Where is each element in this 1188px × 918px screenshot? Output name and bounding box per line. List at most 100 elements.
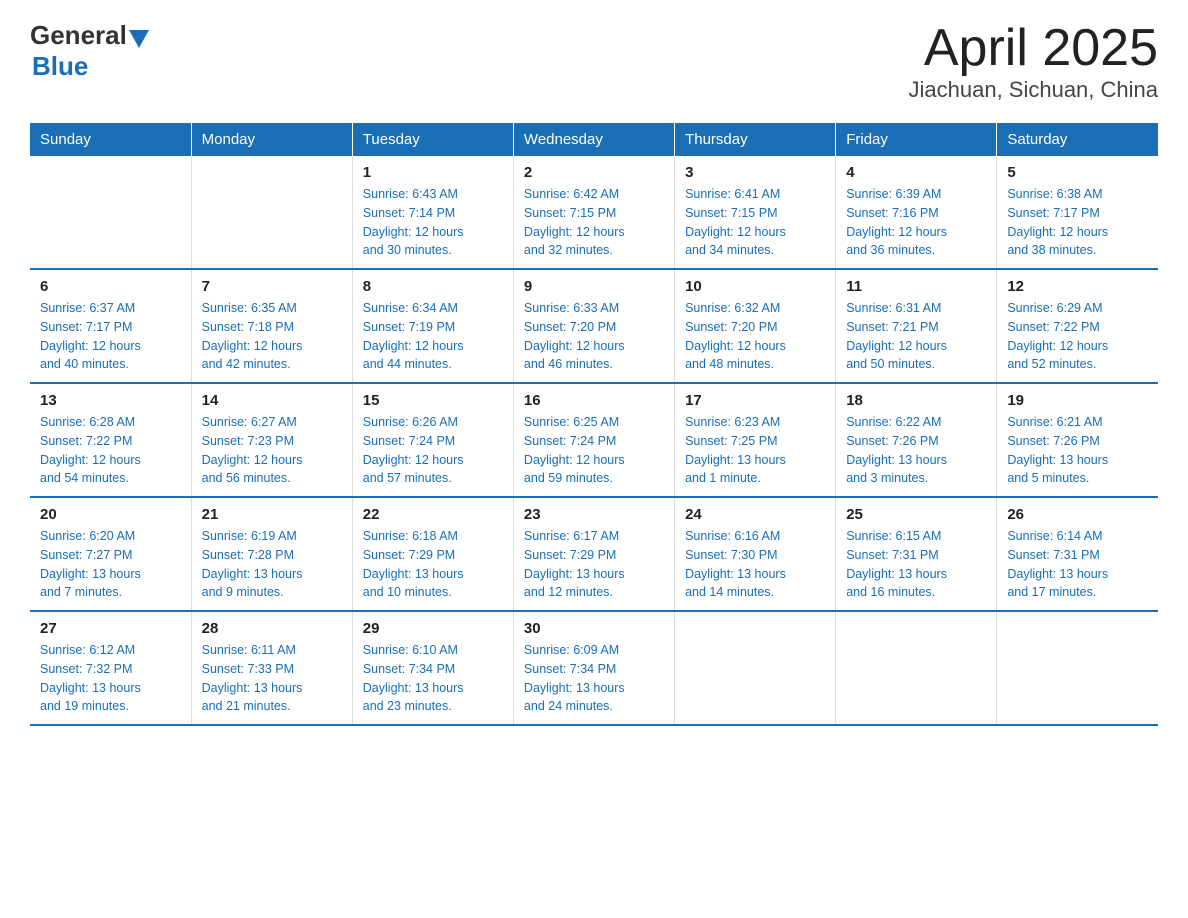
day-number: 30 xyxy=(524,620,664,637)
calendar-cell: 30 Sunrise: 6:09 AM Sunset: 7:34 PM Dayli… xyxy=(513,611,674,725)
day-number: 2 xyxy=(524,164,664,181)
header-row: Sunday Monday Tuesday Wednesday Thursday… xyxy=(30,123,1158,156)
day-info: Sunrise: 6:28 AM Sunset: 7:22 PM Dayligh… xyxy=(40,413,181,488)
calendar-cell xyxy=(997,611,1158,725)
page-header: General Blue April 2025 Jiachuan, Sichua… xyxy=(30,20,1158,103)
day-number: 27 xyxy=(40,620,181,637)
day-number: 8 xyxy=(363,278,503,295)
day-number: 9 xyxy=(524,278,664,295)
calendar-cell: 18 Sunrise: 6:22 AM Sunset: 7:26 PM Dayli… xyxy=(836,383,997,497)
day-info: Sunrise: 6:09 AM Sunset: 7:34 PM Dayligh… xyxy=(524,641,664,716)
calendar-cell: 26Sunrise: 6:14 AM Sunset: 7:31 PM Dayli… xyxy=(997,497,1158,611)
day-number: 10 xyxy=(685,278,825,295)
day-info: Sunrise: 6:43 AM Sunset: 7:14 PM Dayligh… xyxy=(363,185,503,260)
day-info: Sunrise: 6:23 AM Sunset: 7:25 PM Dayligh… xyxy=(685,413,825,488)
day-info: Sunrise: 6:42 AM Sunset: 7:15 PM Dayligh… xyxy=(524,185,664,260)
calendar-cell: 16Sunrise: 6:25 AM Sunset: 7:24 PM Dayli… xyxy=(513,383,674,497)
calendar-cell xyxy=(30,156,191,269)
calendar-cell: 10Sunrise: 6:32 AM Sunset: 7:20 PM Dayli… xyxy=(675,269,836,383)
calendar-cell: 29 Sunrise: 6:10 AM Sunset: 7:34 PM Dayli… xyxy=(352,611,513,725)
day-info: Sunrise: 6:17 AM Sunset: 7:29 PM Dayligh… xyxy=(524,527,664,602)
day-info: Sunrise: 6:20 AM Sunset: 7:27 PM Dayligh… xyxy=(40,527,181,602)
calendar-cell: 7Sunrise: 6:35 AM Sunset: 7:18 PM Daylig… xyxy=(191,269,352,383)
calendar-cell: 5Sunrise: 6:38 AM Sunset: 7:17 PM Daylig… xyxy=(997,156,1158,269)
calendar-header: Sunday Monday Tuesday Wednesday Thursday… xyxy=(30,123,1158,156)
day-info: Sunrise: 6:14 AM Sunset: 7:31 PM Dayligh… xyxy=(1007,527,1148,602)
day-number: 18 xyxy=(846,392,986,409)
day-number: 3 xyxy=(685,164,825,181)
calendar-cell: 6 Sunrise: 6:37 AM Sunset: 7:17 PM Daylig… xyxy=(30,269,191,383)
calendar-cell: 25 Sunrise: 6:15 AM Sunset: 7:31 PM Dayli… xyxy=(836,497,997,611)
logo-general-text: General xyxy=(30,20,127,51)
day-number: 25 xyxy=(846,506,986,523)
calendar-cell: 2 Sunrise: 6:42 AM Sunset: 7:15 PM Daylig… xyxy=(513,156,674,269)
day-info: Sunrise: 6:39 AM Sunset: 7:16 PM Dayligh… xyxy=(846,185,986,260)
calendar-week-row: 6 Sunrise: 6:37 AM Sunset: 7:17 PM Daylig… xyxy=(30,269,1158,383)
calendar-cell: 23 Sunrise: 6:17 AM Sunset: 7:29 PM Dayli… xyxy=(513,497,674,611)
day-number: 22 xyxy=(363,506,503,523)
calendar-cell: 12Sunrise: 6:29 AM Sunset: 7:22 PM Dayli… xyxy=(997,269,1158,383)
calendar-cell: 15Sunrise: 6:26 AM Sunset: 7:24 PM Dayli… xyxy=(352,383,513,497)
calendar-table: Sunday Monday Tuesday Wednesday Thursday… xyxy=(30,123,1158,726)
header-thursday: Thursday xyxy=(675,123,836,156)
day-number: 24 xyxy=(685,506,825,523)
header-saturday: Saturday xyxy=(997,123,1158,156)
day-info: Sunrise: 6:41 AM Sunset: 7:15 PM Dayligh… xyxy=(685,185,825,260)
calendar-cell: 22 Sunrise: 6:18 AM Sunset: 7:29 PM Dayli… xyxy=(352,497,513,611)
calendar-body: 1Sunrise: 6:43 AM Sunset: 7:14 PM Daylig… xyxy=(30,156,1158,725)
day-info: Sunrise: 6:26 AM Sunset: 7:24 PM Dayligh… xyxy=(363,413,503,488)
day-number: 16 xyxy=(524,392,664,409)
header-tuesday: Tuesday xyxy=(352,123,513,156)
day-number: 23 xyxy=(524,506,664,523)
day-info: Sunrise: 6:38 AM Sunset: 7:17 PM Dayligh… xyxy=(1007,185,1148,260)
calendar-cell: 4 Sunrise: 6:39 AM Sunset: 7:16 PM Daylig… xyxy=(836,156,997,269)
logo-blue-text: Blue xyxy=(32,51,88,81)
day-number: 20 xyxy=(40,506,181,523)
header-friday: Friday xyxy=(836,123,997,156)
calendar-cell: 3 Sunrise: 6:41 AM Sunset: 7:15 PM Daylig… xyxy=(675,156,836,269)
day-number: 17 xyxy=(685,392,825,409)
day-number: 4 xyxy=(846,164,986,181)
calendar-cell: 17 Sunrise: 6:23 AM Sunset: 7:25 PM Dayli… xyxy=(675,383,836,497)
day-info: Sunrise: 6:12 AM Sunset: 7:32 PM Dayligh… xyxy=(40,641,181,716)
calendar-cell: 8Sunrise: 6:34 AM Sunset: 7:19 PM Daylig… xyxy=(352,269,513,383)
day-info: Sunrise: 6:29 AM Sunset: 7:22 PM Dayligh… xyxy=(1007,299,1148,374)
header-monday: Monday xyxy=(191,123,352,156)
day-number: 19 xyxy=(1007,392,1148,409)
day-number: 11 xyxy=(846,278,986,295)
day-number: 29 xyxy=(363,620,503,637)
calendar-cell: 28Sunrise: 6:11 AM Sunset: 7:33 PM Dayli… xyxy=(191,611,352,725)
calendar-cell: 9Sunrise: 6:33 AM Sunset: 7:20 PM Daylig… xyxy=(513,269,674,383)
day-number: 6 xyxy=(40,278,181,295)
calendar-subtitle: Jiachuan, Sichuan, China xyxy=(909,77,1159,103)
calendar-week-row: 13 Sunrise: 6:28 AM Sunset: 7:22 PM Dayli… xyxy=(30,383,1158,497)
calendar-cell: 1Sunrise: 6:43 AM Sunset: 7:14 PM Daylig… xyxy=(352,156,513,269)
day-info: Sunrise: 6:22 AM Sunset: 7:26 PM Dayligh… xyxy=(846,413,986,488)
calendar-title: April 2025 xyxy=(909,20,1159,77)
calendar-cell: 13 Sunrise: 6:28 AM Sunset: 7:22 PM Dayli… xyxy=(30,383,191,497)
title-block: April 2025 Jiachuan, Sichuan, China xyxy=(909,20,1159,103)
day-number: 13 xyxy=(40,392,181,409)
calendar-week-row: 20 Sunrise: 6:20 AM Sunset: 7:27 PM Dayli… xyxy=(30,497,1158,611)
day-info: Sunrise: 6:37 AM Sunset: 7:17 PM Dayligh… xyxy=(40,299,181,374)
day-info: Sunrise: 6:15 AM Sunset: 7:31 PM Dayligh… xyxy=(846,527,986,602)
calendar-cell xyxy=(836,611,997,725)
header-wednesday: Wednesday xyxy=(513,123,674,156)
calendar-cell: 11Sunrise: 6:31 AM Sunset: 7:21 PM Dayli… xyxy=(836,269,997,383)
logo: General Blue xyxy=(30,20,149,82)
day-info: Sunrise: 6:18 AM Sunset: 7:29 PM Dayligh… xyxy=(363,527,503,602)
calendar-cell: 21Sunrise: 6:19 AM Sunset: 7:28 PM Dayli… xyxy=(191,497,352,611)
day-number: 14 xyxy=(202,392,342,409)
header-sunday: Sunday xyxy=(30,123,191,156)
calendar-week-row: 27 Sunrise: 6:12 AM Sunset: 7:32 PM Dayli… xyxy=(30,611,1158,725)
day-info: Sunrise: 6:16 AM Sunset: 7:30 PM Dayligh… xyxy=(685,527,825,602)
day-info: Sunrise: 6:35 AM Sunset: 7:18 PM Dayligh… xyxy=(202,299,342,374)
calendar-cell xyxy=(191,156,352,269)
day-info: Sunrise: 6:10 AM Sunset: 7:34 PM Dayligh… xyxy=(363,641,503,716)
calendar-cell: 20 Sunrise: 6:20 AM Sunset: 7:27 PM Dayli… xyxy=(30,497,191,611)
calendar-cell: 24 Sunrise: 6:16 AM Sunset: 7:30 PM Dayli… xyxy=(675,497,836,611)
calendar-cell: 14Sunrise: 6:27 AM Sunset: 7:23 PM Dayli… xyxy=(191,383,352,497)
calendar-week-row: 1Sunrise: 6:43 AM Sunset: 7:14 PM Daylig… xyxy=(30,156,1158,269)
day-info: Sunrise: 6:21 AM Sunset: 7:26 PM Dayligh… xyxy=(1007,413,1148,488)
calendar-cell: 19 Sunrise: 6:21 AM Sunset: 7:26 PM Dayli… xyxy=(997,383,1158,497)
